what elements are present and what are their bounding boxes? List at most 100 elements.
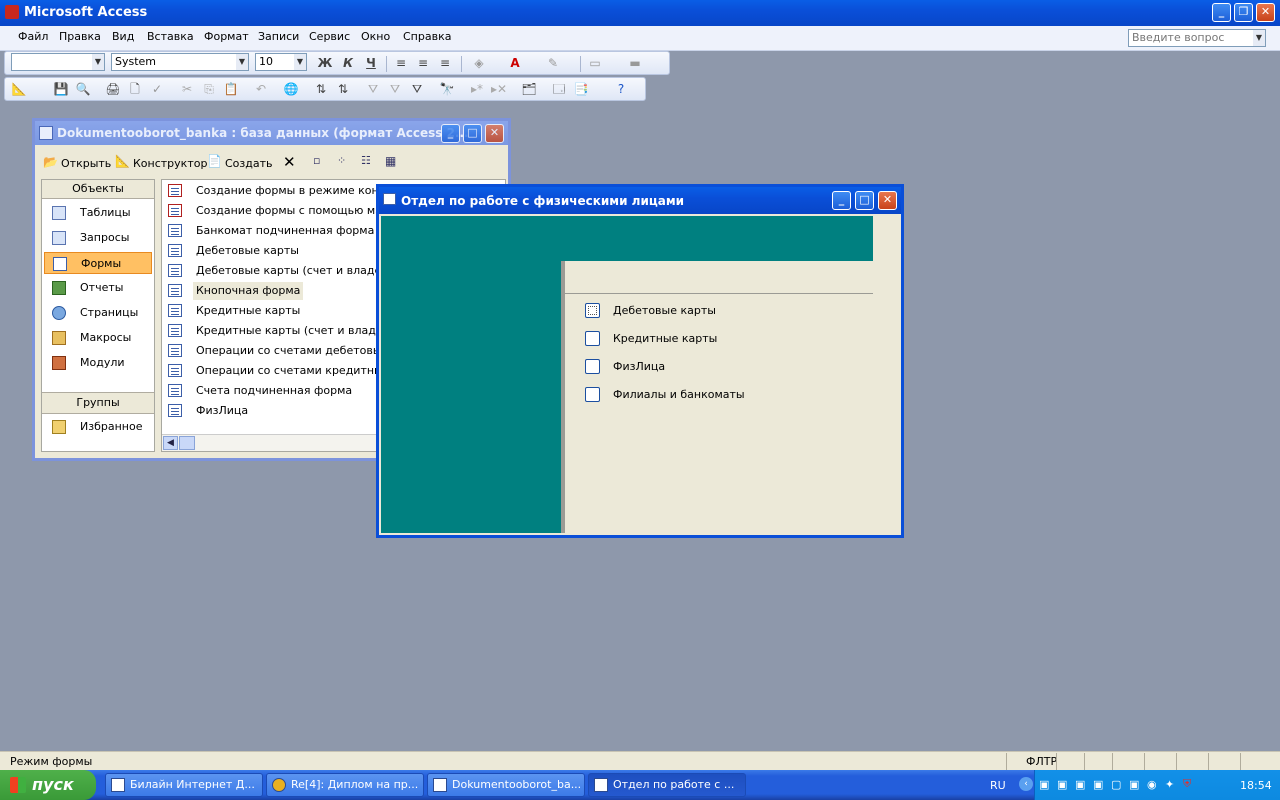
display-icon[interactable]: ▢ — [1111, 778, 1121, 791]
chevron-down-icon[interactable]: ▼ — [236, 54, 248, 70]
large-icons-icon[interactable]: ▫ — [313, 154, 320, 167]
db-maximize-button[interactable]: □ — [463, 124, 482, 143]
create-button[interactable]: Создать — [225, 157, 273, 170]
paste-icon[interactable]: 📋 — [223, 81, 239, 97]
switchboard-option[interactable]: Кредитные карты — [565, 327, 865, 351]
tools-icon[interactable]: ✦ — [1165, 778, 1174, 791]
find-icon[interactable]: 🔭 — [439, 81, 455, 97]
filter-by-form-icon[interactable]: ⛛ — [387, 81, 403, 97]
network-icon[interactable]: ▣ — [1129, 778, 1139, 791]
menu-item-records[interactable]: Записи — [258, 26, 299, 48]
taskbar-button[interactable]: Re[4]: Диплом на пр... — [266, 773, 424, 797]
option-button[interactable] — [585, 303, 600, 318]
spelling-icon[interactable]: ✓ — [149, 81, 165, 97]
details-view-icon[interactable]: ▦ — [385, 154, 396, 168]
scroll-thumb[interactable] — [179, 436, 195, 450]
cut-icon[interactable]: ✂ — [179, 81, 195, 97]
sidebar-item-tables[interactable]: Таблицы — [42, 202, 152, 224]
menu-item-help[interactable]: Справка — [403, 26, 451, 48]
groups-header[interactable]: Группы — [42, 392, 154, 414]
db-close-button[interactable]: ✕ — [485, 124, 504, 143]
app-close-button[interactable]: ✕ — [1256, 3, 1275, 22]
font-size-combo[interactable]: 10 ▼ — [255, 53, 307, 71]
hyperlink-icon[interactable]: 🌐 — [283, 81, 299, 97]
network-icon[interactable]: ▣ — [1039, 778, 1049, 791]
form-close-button[interactable]: ✕ — [878, 191, 897, 210]
taskbar-button[interactable]: Dokumentooborot_ba... — [427, 773, 585, 797]
switchboard-option[interactable]: ФизЛица — [565, 355, 865, 379]
align-center-icon[interactable]: ≡ — [415, 55, 431, 71]
small-icons-icon[interactable]: ⁘ — [337, 154, 346, 167]
copy-icon[interactable]: ⎘ — [201, 81, 217, 97]
sidebar-item-forms[interactable]: Формы — [44, 252, 152, 274]
antivirus-icon[interactable]: ⛨ — [1183, 777, 1191, 791]
print-preview-icon[interactable]: 🗋 — [127, 81, 143, 97]
view-icon[interactable]: 📐 — [11, 81, 27, 97]
design-button[interactable]: Конструктор — [133, 157, 207, 170]
menu-item-format[interactable]: Формат — [204, 26, 249, 48]
start-button[interactable]: пуск — [0, 770, 96, 800]
taskbar-button-active[interactable]: Отдел по работе с ... — [588, 773, 746, 797]
align-left-icon[interactable]: ≡ — [393, 55, 409, 71]
properties-icon[interactable]: 🗂 — [521, 81, 537, 97]
menu-item-insert[interactable]: Вставка — [147, 26, 194, 48]
sort-descending-icon[interactable]: ⇅ — [335, 81, 351, 97]
menu-item-tools[interactable]: Сервис — [309, 26, 350, 48]
form-minimize-button[interactable]: _ — [832, 191, 851, 210]
sidebar-item-pages[interactable]: Страницы — [42, 302, 152, 324]
chevron-down-icon[interactable]: ▼ — [294, 54, 306, 70]
db-minimize-button[interactable]: _ — [441, 124, 460, 143]
app-minimize-button[interactable]: _ — [1212, 3, 1231, 22]
line-width-icon[interactable]: ▬ — [627, 55, 643, 71]
language-indicator[interactable]: RU — [990, 779, 1006, 792]
network-icon[interactable]: ▣ — [1093, 778, 1103, 791]
filter-by-selection-icon[interactable]: ⛛ — [365, 81, 381, 97]
menu-item-window[interactable]: Окно — [361, 26, 390, 48]
sidebar-item-modules[interactable]: Модули — [42, 352, 152, 374]
font-color-icon[interactable]: A — [507, 55, 523, 71]
app-restore-button[interactable]: ❐ — [1234, 3, 1253, 22]
font-combo[interactable]: System ▼ — [111, 53, 249, 71]
sort-ascending-icon[interactable]: ⇅ — [313, 81, 329, 97]
network-icon[interactable]: ▣ — [1075, 778, 1085, 791]
form-maximize-button[interactable]: □ — [855, 191, 874, 210]
undo-icon[interactable]: ↶ — [253, 81, 269, 97]
new-record-icon[interactable]: ▸* — [469, 81, 485, 97]
print-icon[interactable]: 🖨 — [105, 81, 121, 97]
chevron-down-icon[interactable]: ▼ — [1253, 30, 1265, 46]
database-window-icon[interactable]: 🗔 — [551, 81, 567, 97]
menu-item-edit[interactable]: Правка — [59, 26, 101, 48]
scroll-left-icon[interactable]: ◀ — [163, 436, 178, 450]
chevron-down-icon[interactable]: ▼ — [92, 54, 104, 70]
switchboard-option[interactable]: Дебетовые карты — [565, 299, 865, 323]
file-search-icon[interactable]: 🔍 — [75, 81, 91, 97]
menu-item-file[interactable]: Файл — [18, 26, 48, 48]
volume-icon[interactable]: ◉ — [1147, 778, 1157, 791]
menu-item-view[interactable]: Вид — [112, 26, 134, 48]
line-color-icon[interactable]: ✎ — [545, 55, 561, 71]
taskbar-button[interactable]: Билайн Интернет Д... — [105, 773, 263, 797]
save-icon[interactable]: 💾 — [53, 81, 69, 97]
tray-chevron-icon[interactable]: ‹ — [1019, 777, 1033, 791]
apply-filter-icon[interactable]: ⛛ — [409, 81, 425, 97]
sidebar-item-reports[interactable]: Отчеты — [42, 277, 152, 299]
border-icon[interactable]: ▭ — [587, 55, 603, 71]
open-button[interactable]: Открыть — [61, 157, 111, 170]
option-button[interactable] — [585, 359, 600, 374]
option-button[interactable] — [585, 331, 600, 346]
help-icon[interactable]: ? — [613, 81, 629, 97]
object-combo[interactable]: ▼ — [11, 53, 105, 71]
new-object-icon[interactable]: 📑 — [573, 81, 589, 97]
align-right-icon[interactable]: ≡ — [437, 55, 453, 71]
fill-color-icon[interactable]: ◈ — [471, 55, 487, 71]
clock[interactable]: 18:54 — [1240, 779, 1272, 792]
option-button[interactable] — [585, 387, 600, 402]
network-icon[interactable]: ▣ — [1057, 778, 1067, 791]
sidebar-item-macros[interactable]: Макросы — [42, 327, 152, 349]
underline-button[interactable]: Ч — [363, 55, 379, 71]
list-view-icon[interactable]: ☷ — [361, 154, 371, 167]
sidebar-item-favorites[interactable]: Избранное — [42, 416, 152, 438]
bold-button[interactable]: Ж — [317, 55, 333, 71]
help-question-input[interactable]: Введите вопрос ▼ — [1128, 29, 1266, 47]
italic-button[interactable]: К — [340, 55, 356, 71]
